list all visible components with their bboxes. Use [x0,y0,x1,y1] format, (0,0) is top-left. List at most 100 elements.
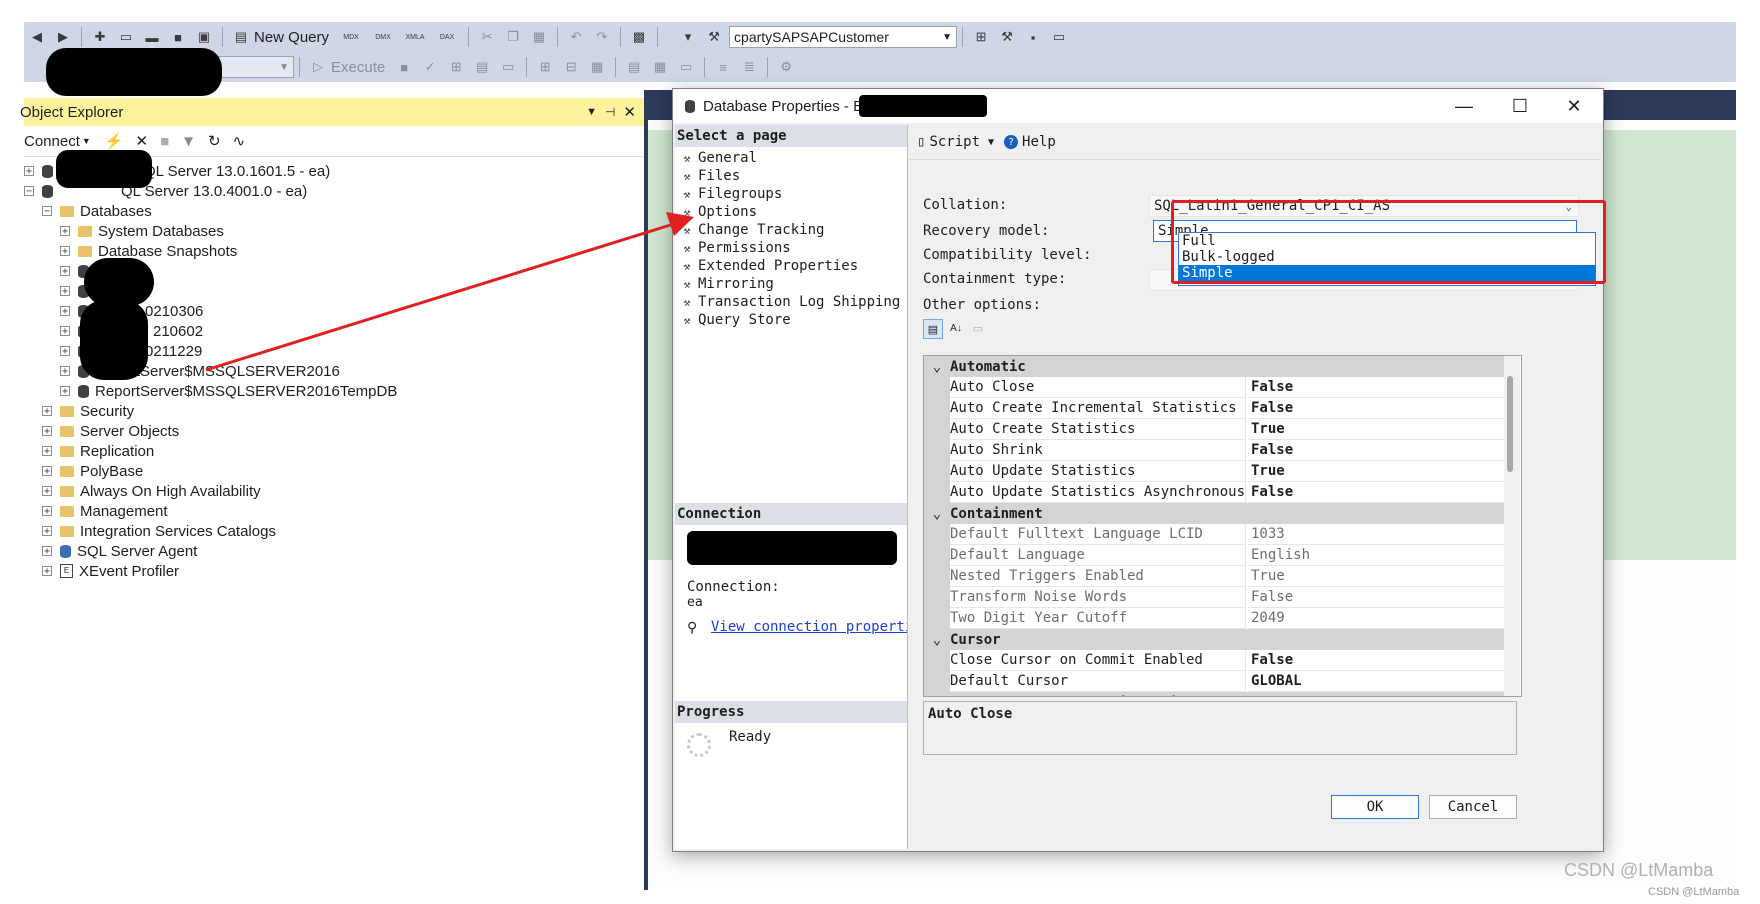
page-mirroring[interactable]: ⚒ Mirroring [681,275,774,293]
redo-icon[interactable]: ↷ [593,28,611,46]
include-plan-icon[interactable]: ⊞ [536,58,554,76]
expand-icon[interactable]: + [60,226,70,237]
ok-button[interactable]: OK [1331,795,1419,819]
close-icon[interactable]: ✕ [623,103,636,121]
grid-row-value[interactable]: False [1248,440,1504,461]
grid-category[interactable]: ⌄ Containment [924,503,1504,524]
grid-row-value[interactable]: English [1248,545,1504,566]
chevron-down-icon[interactable]: ▾ [679,28,697,46]
page-permissions[interactable]: ⚒ Permissions [681,239,791,257]
new-query-button[interactable]: New Query [254,29,329,46]
toolbox-icon[interactable]: ▪ [1024,28,1042,46]
dmx-query-icon[interactable]: DMX [371,28,395,46]
stop-icon[interactable]: ■ [160,133,169,150]
grid-category[interactable]: ⌄Database Scoped Configurations [924,692,1504,697]
query-options-icon[interactable]: ▤ [473,58,491,76]
maximize-button[interactable]: ☐ [1495,89,1545,123]
help-icon[interactable]: ? [1004,135,1019,149]
grid-row-value[interactable]: 1033 [1248,524,1504,545]
pane-splitter[interactable] [644,90,648,890]
grid-row-value[interactable]: 2049 [1248,608,1504,629]
grid-scrollbar-thumb[interactable] [1507,376,1513,472]
collapse-icon[interactable]: − [24,186,34,197]
page-log-shipping[interactable]: ⚒ Transaction Log Shipping [681,293,901,311]
help-button[interactable]: Help [1022,134,1056,150]
terminal-icon[interactable]: ▭ [1050,28,1068,46]
execute-icon[interactable]: ▷ [309,58,327,76]
grid-row[interactable]: Auto Update Statistics Asynchronously Fal… [924,482,1504,503]
parse-icon[interactable]: ✓ [421,58,439,76]
grid-row[interactable]: Auto Shrink False [924,440,1504,461]
results-file-icon[interactable]: ▭ [677,58,695,76]
collapse-icon[interactable]: ⌄ [924,695,950,697]
expand-icon[interactable]: + [60,326,70,337]
activity-monitor-icon[interactable]: ▩ [630,28,648,46]
tree-node-database-snapshots[interactable]: + Database Snapshots [60,240,237,262]
grid-row[interactable]: Auto Create Statistics True [924,419,1504,440]
property-pages-icon[interactable]: ▭ [969,319,987,337]
specify-values-icon[interactable]: ⚙ [777,58,795,76]
expand-icon[interactable]: + [60,366,70,377]
tree-node-security[interactable]: + Security [42,400,134,422]
expand-icon[interactable]: + [42,506,52,517]
tree-node-always-on[interactable]: + Always On High Availability [42,480,261,502]
save-icon[interactable]: ■ [169,28,187,46]
template-explorer-icon[interactable]: ⊞ [972,28,990,46]
grid-row[interactable]: Default Fulltext Language LCID 1033 [924,524,1504,545]
grid-row-value[interactable]: True [1248,419,1504,440]
grid-row-value[interactable]: False [1248,377,1504,398]
activity-icon[interactable]: ∿ [233,132,246,150]
grid-row-value[interactable]: GLOBAL [1248,671,1504,692]
expand-icon[interactable]: + [60,286,70,297]
expand-icon[interactable]: + [42,406,52,417]
available-databases-dropdown[interactable]: cpartySAPSAPCustomer ▼ [729,26,958,48]
grid-category[interactable]: ⌄ Automatic [924,356,1504,377]
page-files[interactable]: ⚒ Files [681,167,740,185]
tree-node-management[interactable]: + Management [42,500,168,522]
grid-row-value[interactable]: False [1248,587,1504,608]
paste-icon[interactable]: ▦ [530,28,548,46]
save-all-icon[interactable]: ▣ [195,28,213,46]
script-button[interactable]: Script [929,134,980,150]
categorized-icon[interactable]: ▤ [923,319,943,339]
undo-icon[interactable]: ↶ [567,28,585,46]
grid-row-value[interactable]: False [1248,650,1504,671]
collapse-icon[interactable]: ⌄ [924,632,950,648]
mdx-query-icon[interactable]: MDX [339,28,363,46]
cut-icon[interactable]: ✂ [478,28,496,46]
properties-wrench-icon[interactable]: ⚒ [998,28,1016,46]
uncomment-icon[interactable]: ≣ [740,58,758,76]
expand-icon[interactable]: + [42,546,52,557]
page-query-store[interactable]: ⚒ Query Store [681,311,791,329]
grid-row[interactable]: Auto Close False [924,377,1504,398]
collapse-icon[interactable]: ⌄ [924,359,950,375]
grid-row-value[interactable]: False [1248,482,1504,503]
grid-category[interactable]: ⌄ Cursor [924,629,1504,650]
script-icon[interactable]: ▯ [917,134,925,150]
grid-row[interactable]: Transform Noise Words False [924,587,1504,608]
connect-button[interactable]: Connect [24,133,80,150]
xmla-query-icon[interactable]: XMLA [403,28,427,46]
expand-icon[interactable]: + [42,446,52,457]
open-folder-icon[interactable]: ▬ [143,28,161,46]
grid-row[interactable]: Default Language English [924,545,1504,566]
disconnect-icon[interactable]: ✕ [135,132,148,150]
collapse-icon[interactable]: − [42,206,52,217]
tree-node-polybase[interactable]: + PolyBase [42,460,143,482]
connect-plug-icon[interactable]: ⚡ [105,132,124,150]
execute-button[interactable]: Execute [331,59,385,76]
grid-row-value[interactable]: True [1248,566,1504,587]
refresh-icon[interactable]: ↻ [208,132,221,150]
expand-icon[interactable]: + [42,526,52,537]
page-options[interactable]: ⚒ Options [681,203,757,221]
expand-icon[interactable]: + [42,566,52,577]
tree-node-replication[interactable]: + Replication [42,440,154,462]
expand-icon[interactable]: + [42,486,52,497]
grid-row-value[interactable]: False [1248,398,1504,419]
expand-icon[interactable]: + [60,266,70,277]
expand-icon[interactable]: + [42,426,52,437]
grid-row[interactable]: Default Cursor GLOBAL [924,671,1504,692]
tree-node-databases[interactable]: − Databases [42,200,152,222]
chevron-down-icon[interactable]: ▼ [988,137,994,148]
tree-node-integration-services[interactable]: + Integration Services Catalogs [42,520,276,542]
